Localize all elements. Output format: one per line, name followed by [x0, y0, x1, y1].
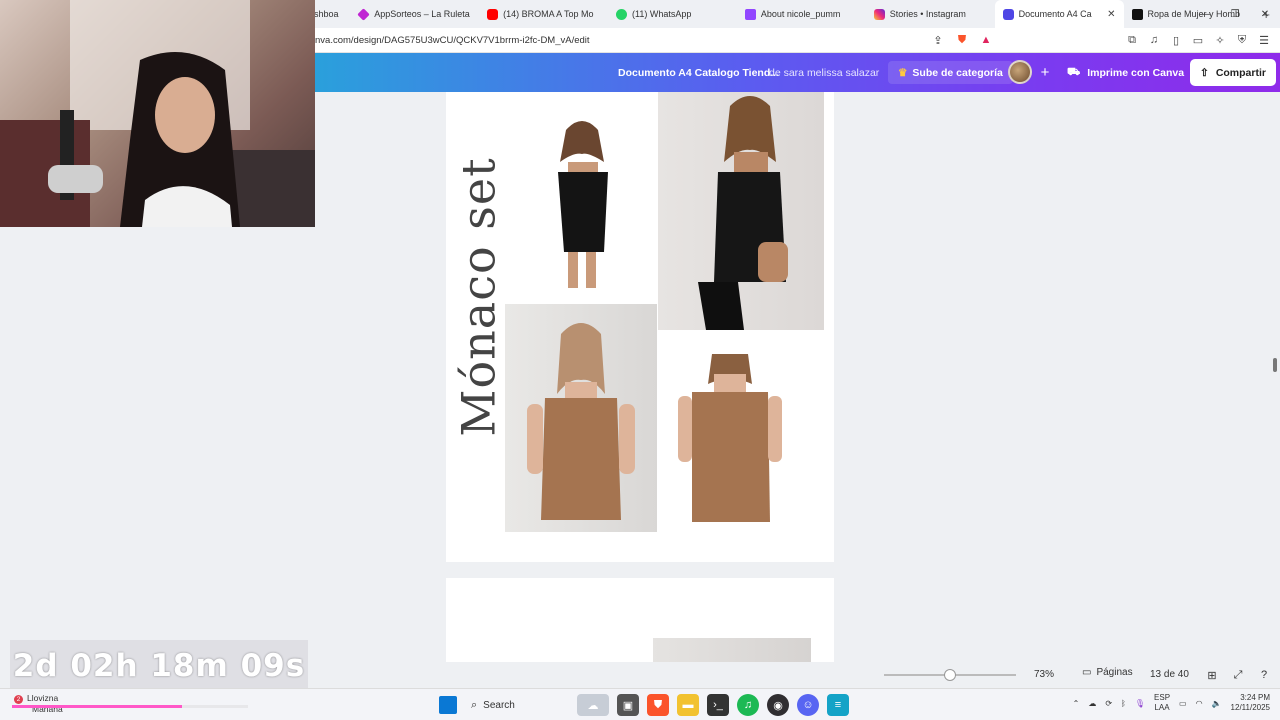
design-page-14[interactable]	[446, 578, 834, 662]
search-icon: ⌕	[471, 698, 478, 711]
task-view-icon[interactable]: ▣	[617, 694, 639, 716]
wifi-icon[interactable]: ◠	[1196, 699, 1203, 708]
notification-badge: 2	[14, 695, 23, 704]
terminal-icon[interactable]: ›_	[707, 694, 729, 716]
address-bar-actions: ⇪ ⛊ ▲	[930, 32, 994, 48]
help-icon[interactable]: ?	[1256, 667, 1272, 683]
page-title-vertical[interactable]: Mónaco set	[452, 157, 506, 436]
add-collaborator-icon[interactable]: +	[1035, 62, 1055, 82]
notes-app-icon[interactable]: ≡	[827, 694, 849, 716]
upload-icon: ⇧	[1200, 66, 1209, 79]
whatsapp-icon	[616, 8, 627, 20]
photo-next-page[interactable]	[653, 638, 811, 662]
menu-icon[interactable]: ☰	[1256, 32, 1272, 48]
tab-whatsapp[interactable]: (11) WhatsApp	[608, 0, 737, 28]
obs-icon[interactable]: ◉	[767, 694, 789, 716]
windows-taskbar: 2 Llovizna Mañana ⌕ Search ☁ ▣ ⛊ ▬ ›_ ♫ ◉…	[0, 688, 1280, 720]
photo-black-dress-boots[interactable]	[658, 92, 824, 330]
tab-dashboard[interactable]: shboa	[310, 0, 350, 28]
instagram-icon	[873, 8, 885, 20]
start-icon[interactable]	[439, 696, 457, 714]
grid-view-icon[interactable]: ⊞	[1204, 667, 1220, 683]
tab-instagram[interactable]: Stories • Instagram	[866, 0, 995, 28]
browser-toolbar: ⧉ ♫ ▯ ▭ ✧ ⛨ ☰	[1124, 32, 1272, 48]
stream-progress-bar	[12, 705, 248, 708]
discord-icon[interactable]: ☺	[797, 694, 819, 716]
leo-ai-icon[interactable]: ✧	[1212, 32, 1228, 48]
zoom-slider-knob[interactable]	[944, 669, 956, 681]
restore-icon[interactable]: ❐	[1220, 0, 1250, 28]
footer-actions: ⊞ ⤢ ?	[1204, 667, 1272, 683]
youtube-icon	[487, 8, 499, 20]
zoom-slider[interactable]	[884, 669, 1016, 681]
canva-header: Documento A4 Catalogo Tiend... de sara m…	[315, 53, 1280, 92]
crown-icon: ♛	[898, 66, 908, 79]
tab-canva-document[interactable]: Documento A4 Ca ✕	[994, 0, 1124, 28]
avatar[interactable]	[1008, 60, 1032, 84]
canva-footer: 73% ▭ Páginas 13 de 40 ⊞ ⤢ ?	[860, 662, 1280, 688]
url-text[interactable]: nva.com/design/DAG575U3wCU/QCKV7V1brrm-i…	[315, 35, 590, 46]
pages-button[interactable]: ▭ Páginas	[1082, 667, 1133, 678]
stream-progress-fill	[12, 705, 182, 708]
share-page-icon[interactable]: ⇪	[930, 32, 946, 48]
stream-timer: 2d 02h 18m 09s	[10, 640, 308, 692]
language-indicator[interactable]: ESP LAA	[1154, 693, 1170, 713]
print-with-canva-button[interactable]: ⛟ Imprime con Canva	[1059, 61, 1192, 84]
clouds-widget-icon[interactable]: ☁	[577, 694, 609, 716]
minimize-icon[interactable]: —	[1190, 0, 1220, 28]
cloud-offline-icon[interactable]: ☁	[1088, 699, 1096, 708]
tab-youtube[interactable]: (14) BROMA A Top Mo	[479, 0, 608, 28]
pages-icon: ▭	[1082, 667, 1092, 678]
taskbar-search[interactable]: ⌕ Search	[465, 693, 569, 717]
close-window-icon[interactable]: ✕	[1250, 0, 1280, 28]
brave-browser-icon[interactable]: ⛊	[647, 694, 669, 716]
weather-widget[interactable]: 2 Llovizna Mañana	[14, 693, 63, 715]
appsorteos-icon	[357, 7, 370, 21]
music-icon[interactable]: ♫	[1146, 32, 1162, 48]
page-counter: 13 de 40	[1150, 669, 1189, 680]
brave-rewards-icon[interactable]: ▲	[978, 32, 994, 48]
sidebar-icon[interactable]: ▯	[1168, 32, 1184, 48]
monitor-icon[interactable]: ▭	[1179, 699, 1187, 708]
photo-brown-dress-cutout[interactable]	[670, 354, 790, 526]
share-button[interactable]: ⇧ Compartir	[1190, 59, 1276, 86]
clock[interactable]: 3:24 PM 12/11/2025	[1231, 693, 1270, 713]
bluetooth-icon[interactable]: ᛒ	[1121, 699, 1126, 708]
chevron-up-icon[interactable]: ⌃	[1073, 699, 1080, 708]
brave-shield-icon[interactable]: ⛊	[954, 32, 970, 48]
document-author: de sara melissa salazar	[769, 67, 880, 79]
photo-brown-dress-studio[interactable]	[505, 304, 657, 532]
vertical-scrollbar[interactable]	[1273, 358, 1277, 372]
canva-icon	[1002, 8, 1014, 20]
microphone-icon[interactable]: 🎙	[1135, 699, 1145, 708]
system-tray: ⌃ ☁ ⟳ ᛒ 🎙 ESP LAA ▭ ◠ 🔈 3:24 PM 12/11/20…	[1073, 693, 1270, 713]
shein-icon	[1131, 8, 1143, 20]
photo-black-dress-front[interactable]	[508, 102, 656, 292]
fullscreen-icon[interactable]: ⤢	[1230, 667, 1246, 683]
document-title[interactable]: Documento A4 Catalogo Tiend...	[618, 67, 779, 79]
volume-icon[interactable]: 🔈	[1212, 699, 1222, 708]
taskbar-apps: ⌕ Search ☁ ▣ ⛊ ▬ ›_ ♫ ◉ ☺ ≡	[439, 693, 849, 717]
spotify-icon[interactable]: ♫	[737, 694, 759, 716]
vpn-icon[interactable]: ⛨	[1234, 32, 1250, 48]
close-tab-icon[interactable]: ✕	[1107, 9, 1115, 20]
wallet-icon[interactable]: ▭	[1190, 32, 1206, 48]
zoom-value[interactable]: 73%	[1034, 669, 1054, 680]
sync-icon[interactable]: ⟳	[1105, 699, 1112, 708]
design-page-13[interactable]: Mónaco set	[446, 92, 834, 562]
file-explorer-icon[interactable]: ▬	[677, 694, 699, 716]
screenshot-icon[interactable]: ⧉	[1124, 32, 1140, 48]
upgrade-button[interactable]: ♛ Sube de categoría	[888, 61, 1013, 84]
tab-appsorteos[interactable]: AppSorteos – La Ruleta	[350, 0, 479, 28]
window-controls: — ❐ ✕	[1190, 0, 1280, 28]
webcam-overlay	[0, 0, 315, 227]
tab-twitch[interactable]: About nicole_pumm	[737, 0, 866, 28]
twitch-icon	[744, 8, 756, 20]
truck-icon: ⛟	[1067, 65, 1081, 78]
